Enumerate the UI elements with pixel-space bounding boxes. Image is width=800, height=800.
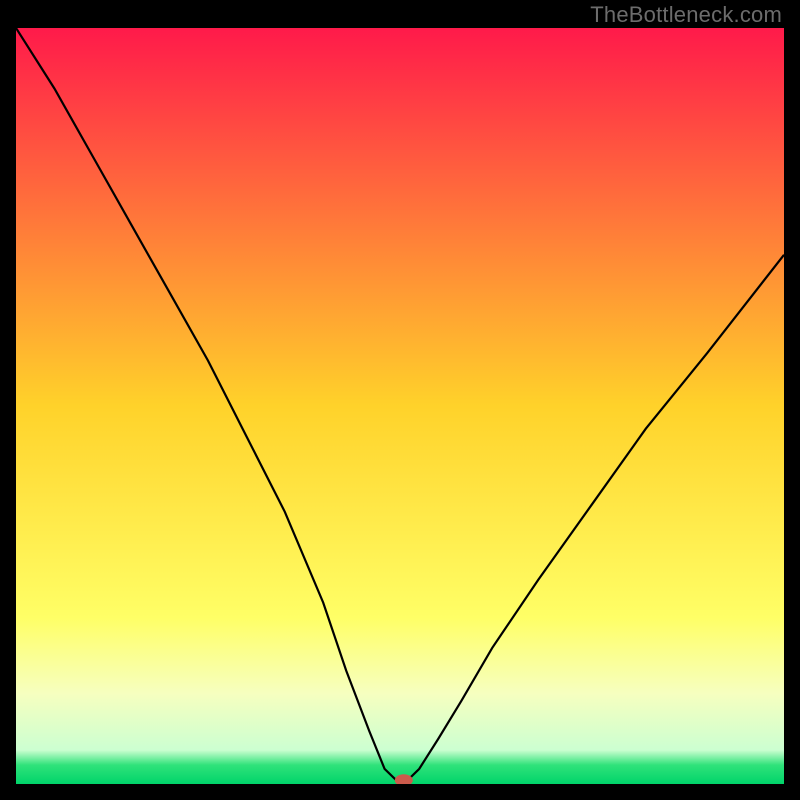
watermark-text: TheBottleneck.com bbox=[590, 2, 782, 28]
chart-frame: TheBottleneck.com bbox=[0, 0, 800, 800]
plot-svg bbox=[16, 28, 784, 784]
bottleneck-plot bbox=[16, 28, 784, 784]
plot-background bbox=[16, 28, 784, 784]
